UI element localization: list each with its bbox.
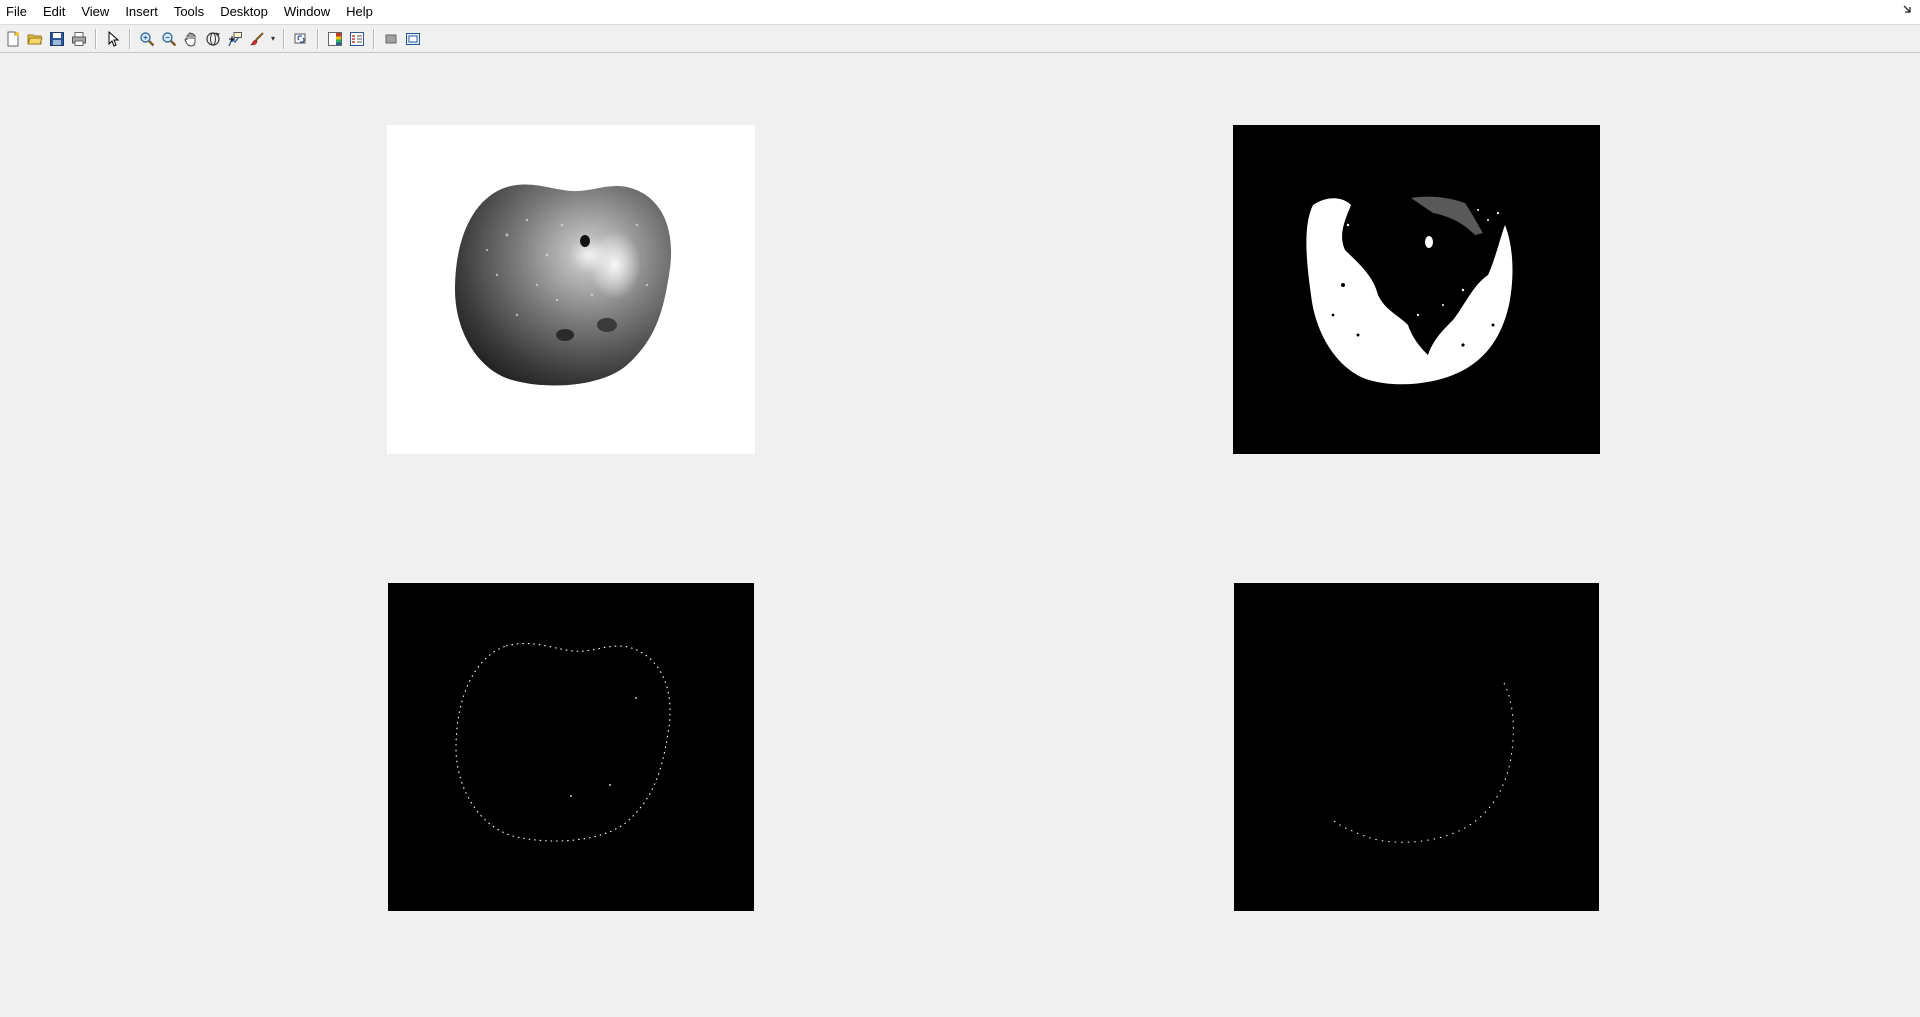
figure-canvas (0, 53, 1920, 1017)
menu-desktop[interactable]: Desktop (212, 0, 276, 24)
axes-edge-map-full[interactable] (388, 583, 754, 911)
binary-threshold-image (1233, 125, 1600, 454)
menu-file[interactable]: File (0, 0, 35, 24)
zoom-in-icon[interactable] (136, 28, 158, 50)
new-figure-icon[interactable] (2, 28, 24, 50)
edit-plot-icon[interactable] (102, 28, 124, 50)
menu-help[interactable]: Help (338, 0, 381, 24)
edge-map-partial-image (1234, 583, 1599, 911)
axes-edge-map-partial[interactable] (1234, 583, 1599, 911)
data-cursor-icon[interactable] (224, 28, 246, 50)
hide-plot-tools-icon[interactable] (380, 28, 402, 50)
insert-legend-icon[interactable] (346, 28, 368, 50)
axes-grayscale-apple[interactable] (387, 125, 755, 454)
brush-dropdown-icon[interactable]: ▾ (268, 28, 278, 50)
toolbar-separator (95, 28, 97, 49)
show-plot-tools-icon[interactable] (402, 28, 424, 50)
menu-bar: File Edit View Insert Tools Desktop Wind… (0, 0, 1920, 24)
rotate-3d-icon[interactable] (202, 28, 224, 50)
figure-toolbar: ▾ (0, 24, 1920, 53)
menu-view[interactable]: View (73, 0, 117, 24)
brush-icon[interactable] (246, 28, 268, 50)
toolbar-separator (373, 28, 375, 49)
toolbar-separator (317, 28, 319, 49)
toolbar-separator (283, 28, 285, 49)
menu-tools[interactable]: Tools (166, 0, 212, 24)
insert-colorbar-icon[interactable] (324, 28, 346, 50)
dock-arrow-icon[interactable] (1902, 4, 1912, 17)
save-figure-icon[interactable] (46, 28, 68, 50)
open-file-icon[interactable] (24, 28, 46, 50)
pan-icon[interactable] (180, 28, 202, 50)
menu-edit[interactable]: Edit (35, 0, 73, 24)
print-figure-icon[interactable] (68, 28, 90, 50)
link-plot-icon[interactable] (290, 28, 312, 50)
axes-binary-threshold[interactable] (1233, 125, 1600, 454)
zoom-out-icon[interactable] (158, 28, 180, 50)
menu-insert[interactable]: Insert (117, 0, 166, 24)
menu-window[interactable]: Window (276, 0, 338, 24)
edge-map-full-image (388, 583, 754, 911)
grayscale-apple-image (387, 125, 755, 454)
toolbar-separator (129, 28, 131, 49)
